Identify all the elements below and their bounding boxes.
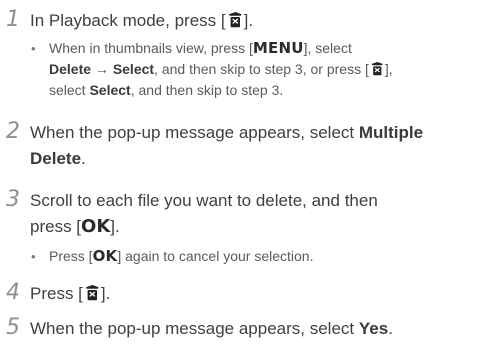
ok-button-label: OK <box>92 247 118 265</box>
step-text: Press []. <box>30 284 111 303</box>
trash-delete-icon <box>371 61 383 76</box>
step-number: 4 <box>6 280 20 305</box>
step-number: 2 <box>6 119 20 144</box>
step-2: 2 When the pop-up message appears, selec… <box>4 120 479 174</box>
step-text: In Playback mode, press []. <box>30 11 254 30</box>
trash-delete-icon <box>85 285 99 301</box>
step-number: 1 <box>6 7 20 32</box>
step-text: When the pop-up message appears, select … <box>30 319 393 338</box>
step-text: When the pop-up message appears, select … <box>30 123 424 168</box>
menu-button-label: MENU <box>252 39 304 57</box>
step-1-note: • When in thumbnails view, press [MENU],… <box>31 39 393 98</box>
step-3: 3 Scroll to each file you want to delete… <box>4 188 479 244</box>
step-number: 3 <box>6 187 20 212</box>
step-number: 5 <box>6 315 20 340</box>
ok-button-label: OK <box>81 216 111 237</box>
step-4: 4 Press []. <box>4 281 479 309</box>
trash-delete-icon <box>228 12 242 28</box>
step-3-note: • Press [OK] again to cancel your select… <box>31 247 314 265</box>
step-text: Scroll to each file you want to delete, … <box>30 191 378 237</box>
bullet-dot: • <box>31 249 36 264</box>
bullet-dot: • <box>31 41 36 56</box>
step-1: 1 In Playback mode, press []. <box>4 8 479 38</box>
step-5: 5 When the pop-up message appears, selec… <box>4 316 479 344</box>
